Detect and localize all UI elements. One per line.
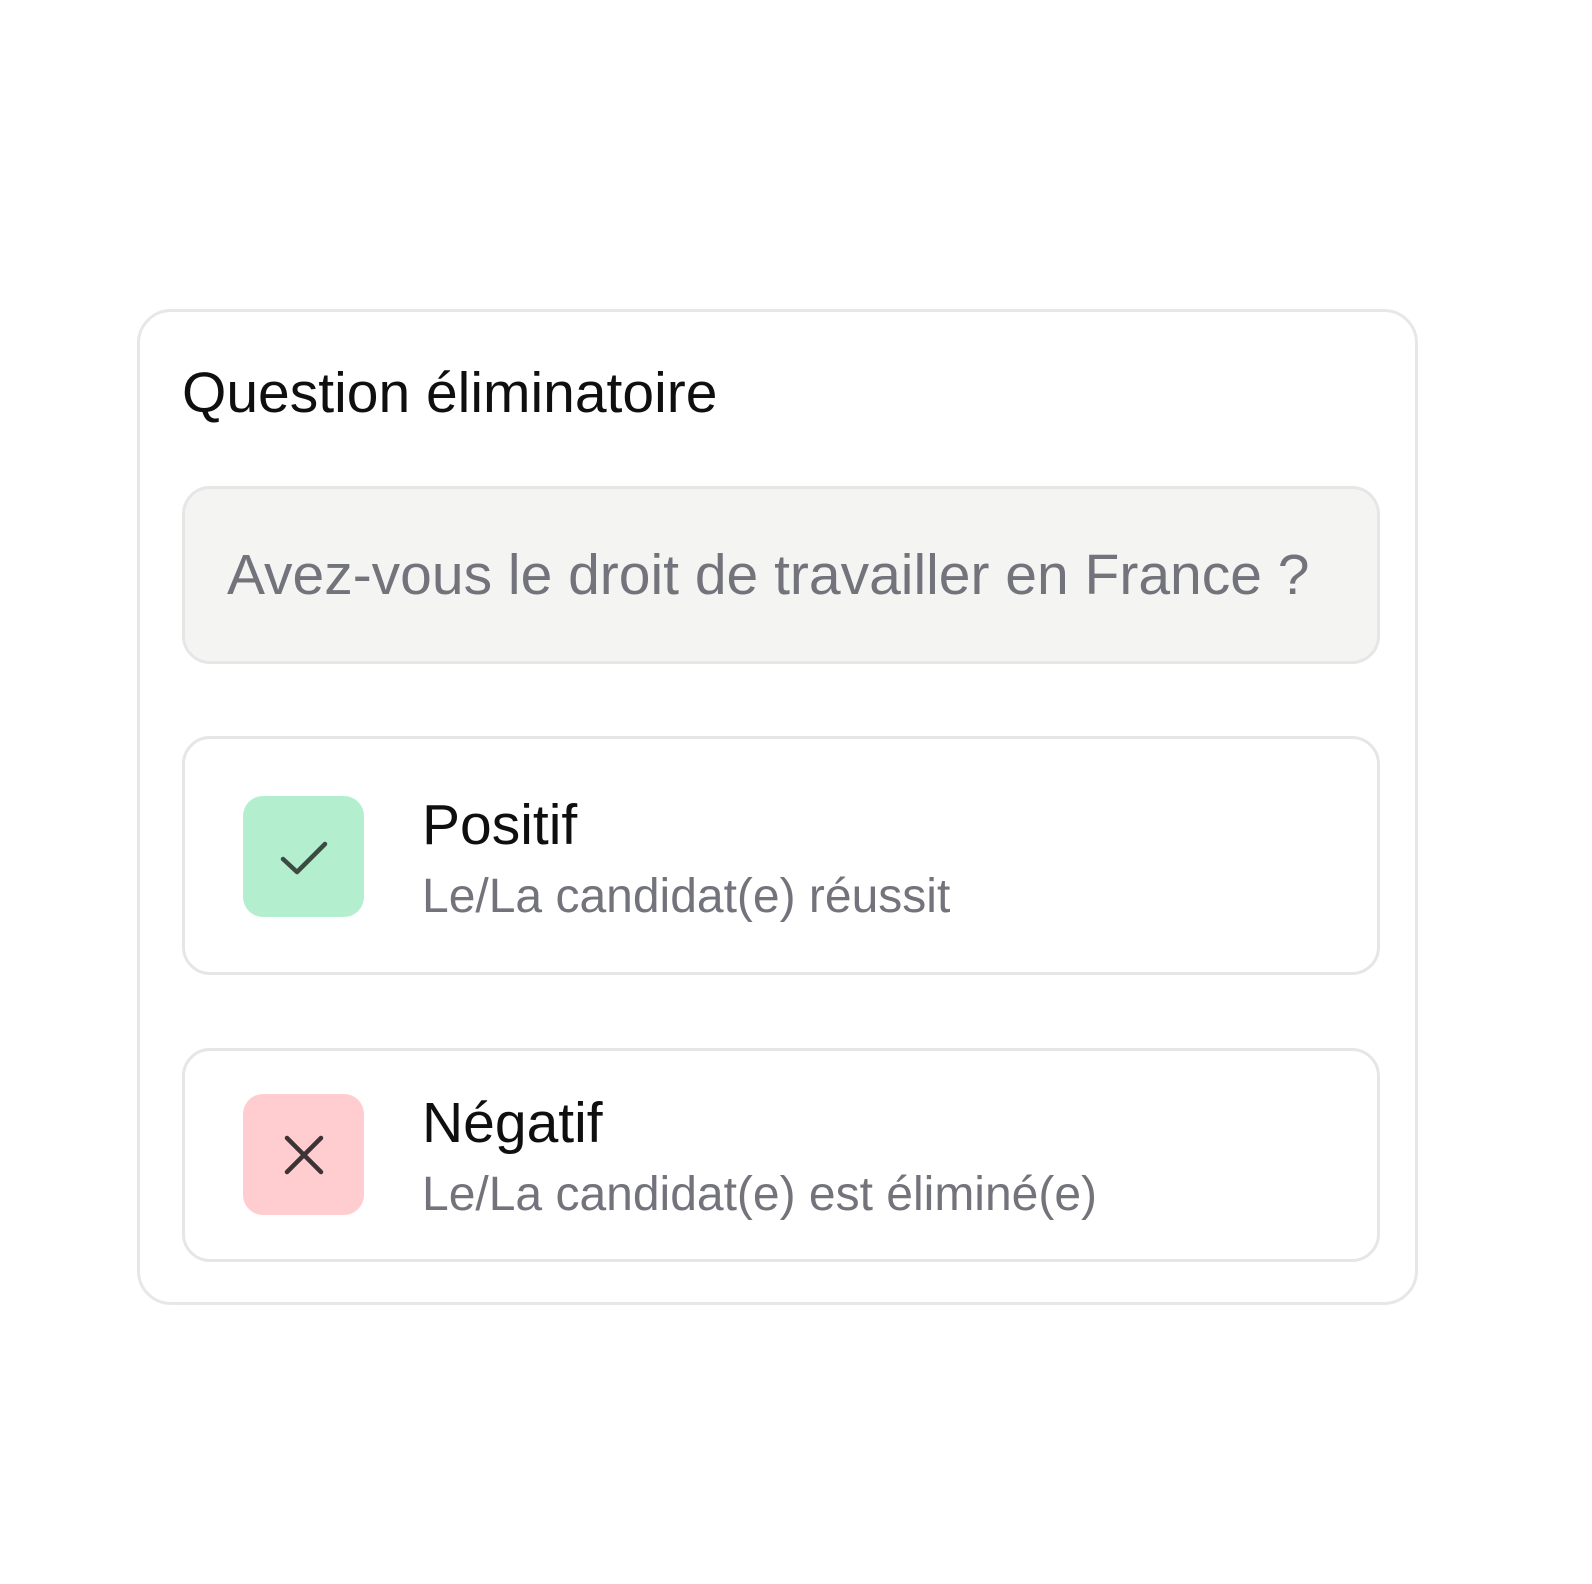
option-description: Le/La candidat(e) réussit [422,870,951,923]
option-text: Positif Le/La candidat(e) réussit [422,791,950,929]
option-positive[interactable]: Positif Le/La candidat(e) réussit [182,736,1380,975]
question-input[interactable]: Avez-vous le droit de travailler en Fran… [182,486,1380,664]
option-description: Le/La candidat(e) est éliminé(e) [422,1168,1098,1221]
option-label: Négatif [422,1091,603,1155]
check-icon [280,841,327,874]
elimination-question-card: Question éliminatoire Avez-vous le droit… [137,309,1418,1305]
option-text: Négatif Le/La candidat(e) est éliminé(e) [422,1089,1097,1227]
positive-badge [243,796,364,917]
option-negative[interactable]: Négatif Le/La candidat(e) est éliminé(e) [182,1048,1380,1262]
close-icon [284,1135,323,1174]
option-label: Positif [422,793,578,857]
card-title: Question éliminatoire [182,361,718,425]
negative-badge [243,1094,364,1215]
